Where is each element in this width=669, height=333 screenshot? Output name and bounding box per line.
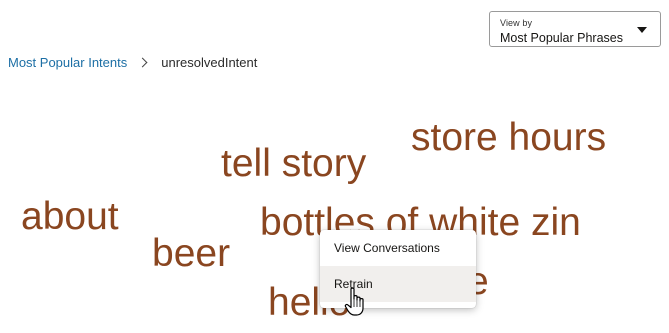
word-tell-story[interactable]: tell story bbox=[221, 144, 366, 183]
word-beer[interactable]: beer bbox=[152, 234, 230, 273]
breadcrumb-link-most-popular-intents[interactable]: Most Popular Intents bbox=[8, 55, 127, 70]
chevron-right-icon bbox=[137, 57, 148, 67]
page: View by Most Popular Phrases Most Popula… bbox=[0, 0, 669, 333]
word-about[interactable]: about bbox=[21, 197, 119, 236]
menu-item-view-conversations[interactable]: View Conversations bbox=[320, 230, 476, 266]
view-by-label: View by bbox=[500, 18, 533, 28]
view-by-select[interactable]: View by Most Popular Phrases bbox=[489, 11, 661, 47]
word-store-hours[interactable]: store hours bbox=[411, 118, 606, 157]
hand-pointer-cursor-icon bbox=[344, 287, 364, 316]
breadcrumb: Most Popular Intents unresolvedIntent bbox=[8, 54, 257, 70]
caret-down-icon[interactable] bbox=[637, 27, 647, 33]
breadcrumb-current: unresolvedIntent bbox=[161, 54, 258, 70]
view-by-value: Most Popular Phrases bbox=[500, 31, 623, 45]
